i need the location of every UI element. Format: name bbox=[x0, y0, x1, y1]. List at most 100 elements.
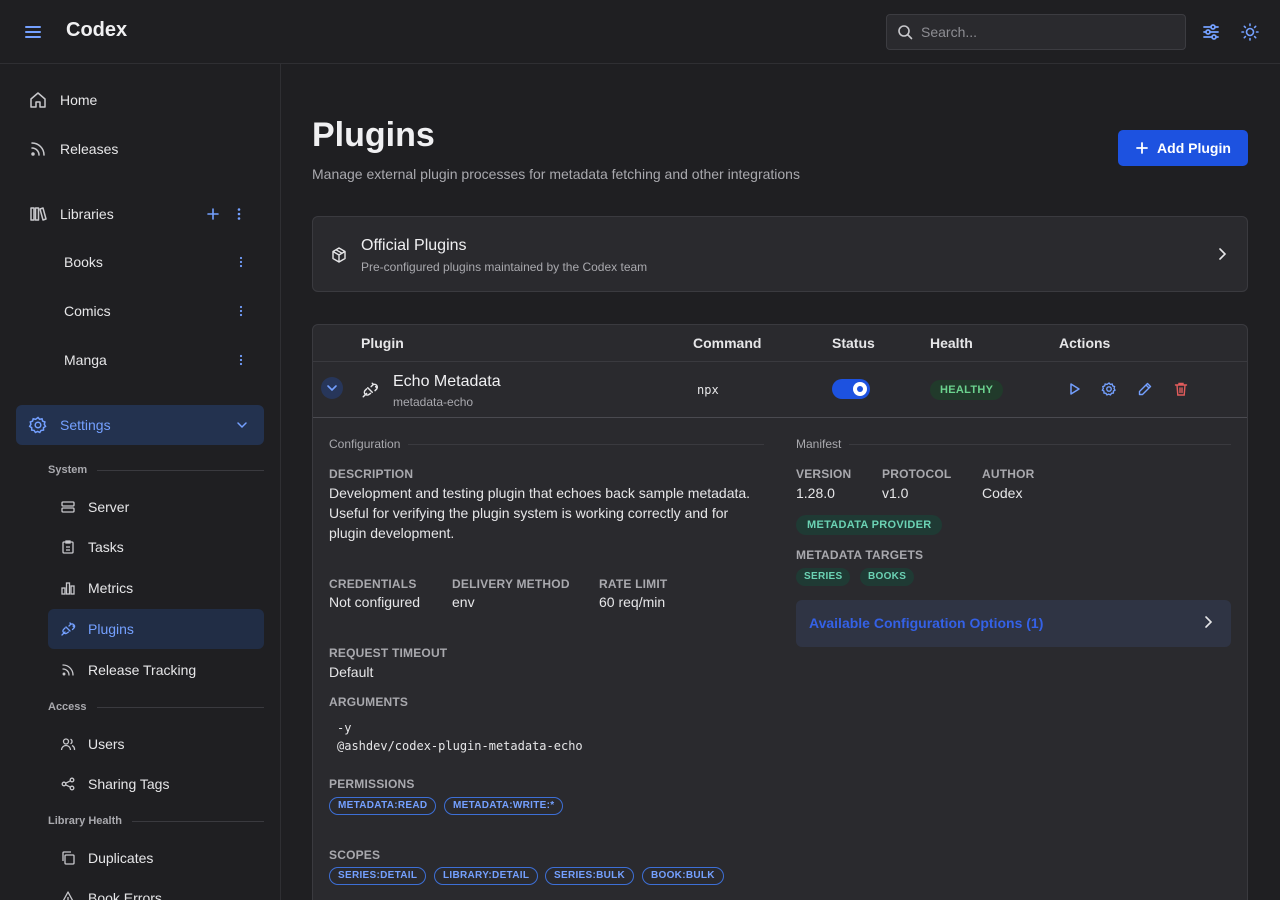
credentials-label: CREDENTIALS bbox=[329, 577, 417, 591]
nav-settings-label: Settings bbox=[60, 417, 111, 433]
nav-duplicates[interactable]: Duplicates bbox=[48, 838, 264, 878]
nav-release-tracking[interactable]: Release Tracking bbox=[48, 650, 264, 690]
config-options-accordion[interactable]: Available Configuration Options (1) bbox=[796, 600, 1231, 647]
warning-icon bbox=[60, 890, 76, 900]
scope-chip: SERIES:BULK bbox=[545, 867, 635, 885]
scope-chip: SERIES:DETAIL bbox=[329, 867, 427, 885]
status-toggle[interactable] bbox=[832, 379, 870, 399]
protocol-label: PROTOCOL bbox=[882, 467, 952, 481]
configuration-heading-label: Configuration bbox=[329, 437, 401, 451]
library-more-icon[interactable] bbox=[234, 304, 248, 318]
add-library-icon[interactable] bbox=[206, 207, 220, 221]
version-label: VERSION bbox=[796, 467, 852, 481]
gear-icon[interactable] bbox=[1101, 381, 1117, 397]
description-value: Development and testing plugin that echo… bbox=[329, 485, 751, 541]
play-icon[interactable] bbox=[1066, 381, 1082, 397]
libraries-more-icon[interactable] bbox=[232, 207, 246, 221]
library-icon bbox=[28, 204, 48, 224]
page-title: Plugins bbox=[312, 116, 435, 154]
nav-releases-label: Releases bbox=[60, 141, 119, 157]
search-input[interactable] bbox=[921, 15, 1177, 49]
official-plugins-title: Official Plugins bbox=[361, 237, 467, 254]
table-header: Plugin Command Status Health Actions bbox=[313, 325, 1247, 362]
section-access: Access bbox=[48, 700, 264, 714]
rate-limit-value: 60 req/min bbox=[599, 594, 666, 610]
clipboard-icon bbox=[60, 539, 76, 555]
scopes-label: SCOPES bbox=[329, 848, 381, 862]
chevron-right-icon bbox=[1201, 615, 1215, 629]
plugin-id: metadata-echo bbox=[393, 395, 474, 409]
delivery-value: env bbox=[452, 594, 475, 610]
nav-tasks[interactable]: Tasks bbox=[48, 527, 264, 567]
targets-label: METADATA TARGETS bbox=[796, 548, 924, 562]
permission-chip: METADATA:READ bbox=[329, 797, 437, 815]
plugin-detail-panel: Configuration DESCRIPTION Development an… bbox=[313, 418, 1247, 900]
nav-book-errors-label: Book Errors bbox=[88, 890, 162, 900]
library-more-icon[interactable] bbox=[234, 353, 248, 367]
library-more-icon[interactable] bbox=[234, 255, 248, 269]
library-manga[interactable]: Manga bbox=[48, 340, 264, 380]
bar-chart-icon bbox=[60, 580, 76, 596]
nav-plugins-label: Plugins bbox=[88, 621, 134, 637]
brand-title: Codex bbox=[66, 19, 128, 41]
manifest-heading: Manifest bbox=[796, 437, 1231, 451]
col-actions: Actions bbox=[1059, 335, 1111, 351]
nav-sharing-tags[interactable]: Sharing Tags bbox=[48, 764, 264, 804]
sliders-icon[interactable] bbox=[1200, 21, 1222, 43]
plug-icon bbox=[361, 381, 379, 399]
version-value: 1.28.0 bbox=[796, 485, 835, 501]
health-badge: HEALTHY bbox=[930, 380, 1004, 400]
add-plugin-label: Add Plugin bbox=[1157, 140, 1231, 156]
scope-chip: LIBRARY:DETAIL bbox=[434, 867, 539, 885]
section-system: System bbox=[48, 463, 264, 477]
target-chip: SERIES bbox=[796, 568, 851, 586]
nav-libraries[interactable]: Libraries bbox=[16, 194, 264, 234]
nav-settings[interactable]: Settings bbox=[16, 405, 264, 445]
official-plugins-subtitle: Pre-configured plugins maintained by the… bbox=[361, 260, 648, 274]
nav-users[interactable]: Users bbox=[48, 724, 264, 764]
package-icon bbox=[330, 246, 348, 264]
menu-icon[interactable] bbox=[22, 21, 44, 43]
expand-row-button[interactable] bbox=[321, 377, 343, 399]
permissions-label: PERMISSIONS bbox=[329, 777, 415, 791]
search-box[interactable] bbox=[886, 14, 1186, 50]
library-label: Manga bbox=[64, 352, 107, 368]
credentials-value: Not configured bbox=[329, 594, 421, 610]
nav-plugins[interactable]: Plugins bbox=[48, 609, 264, 649]
nav-metrics-label: Metrics bbox=[88, 580, 134, 596]
rss-icon bbox=[60, 662, 76, 678]
nav-releases[interactable]: Releases bbox=[16, 129, 264, 169]
timeout-label: REQUEST TIMEOUT bbox=[329, 646, 448, 660]
nav-book-errors[interactable]: Book Errors bbox=[48, 878, 264, 900]
library-books[interactable]: Books bbox=[48, 242, 264, 282]
author-value: Codex bbox=[982, 485, 1023, 501]
nav-metrics[interactable]: Metrics bbox=[48, 568, 264, 608]
target-chip: BOOKS bbox=[860, 568, 915, 586]
add-plugin-button[interactable]: Add Plugin bbox=[1118, 130, 1248, 166]
library-comics[interactable]: Comics bbox=[48, 291, 264, 331]
chevron-down-icon bbox=[236, 419, 248, 431]
nav-users-label: Users bbox=[88, 736, 125, 752]
theme-sun-icon[interactable] bbox=[1239, 21, 1261, 43]
sidebar: Home Releases Libraries Books Comics Man… bbox=[0, 64, 281, 900]
manifest-heading-label: Manifest bbox=[796, 437, 842, 451]
chevron-right-icon bbox=[1215, 247, 1229, 261]
edit-icon[interactable] bbox=[1137, 381, 1153, 397]
nav-tasks-label: Tasks bbox=[88, 539, 124, 555]
trash-icon[interactable] bbox=[1173, 381, 1189, 397]
plugin-name: Echo Metadata bbox=[393, 373, 501, 390]
col-command: Command bbox=[693, 335, 762, 351]
nav-home[interactable]: Home bbox=[16, 80, 264, 120]
plugin-command: npx bbox=[697, 383, 719, 397]
nav-home-label: Home bbox=[60, 92, 98, 108]
library-label: Comics bbox=[64, 303, 111, 319]
nav-server[interactable]: Server bbox=[48, 487, 264, 527]
capability-badge: METADATA PROVIDER bbox=[796, 515, 943, 535]
author-label: AUTHOR bbox=[982, 467, 1035, 481]
description-label: DESCRIPTION bbox=[329, 467, 414, 481]
timeout-value: Default bbox=[329, 664, 374, 680]
col-health: Health bbox=[930, 335, 973, 351]
official-plugins-card[interactable]: Official Plugins Pre-configured plugins … bbox=[312, 216, 1248, 292]
server-icon bbox=[60, 499, 76, 515]
plus-icon bbox=[1136, 142, 1148, 154]
